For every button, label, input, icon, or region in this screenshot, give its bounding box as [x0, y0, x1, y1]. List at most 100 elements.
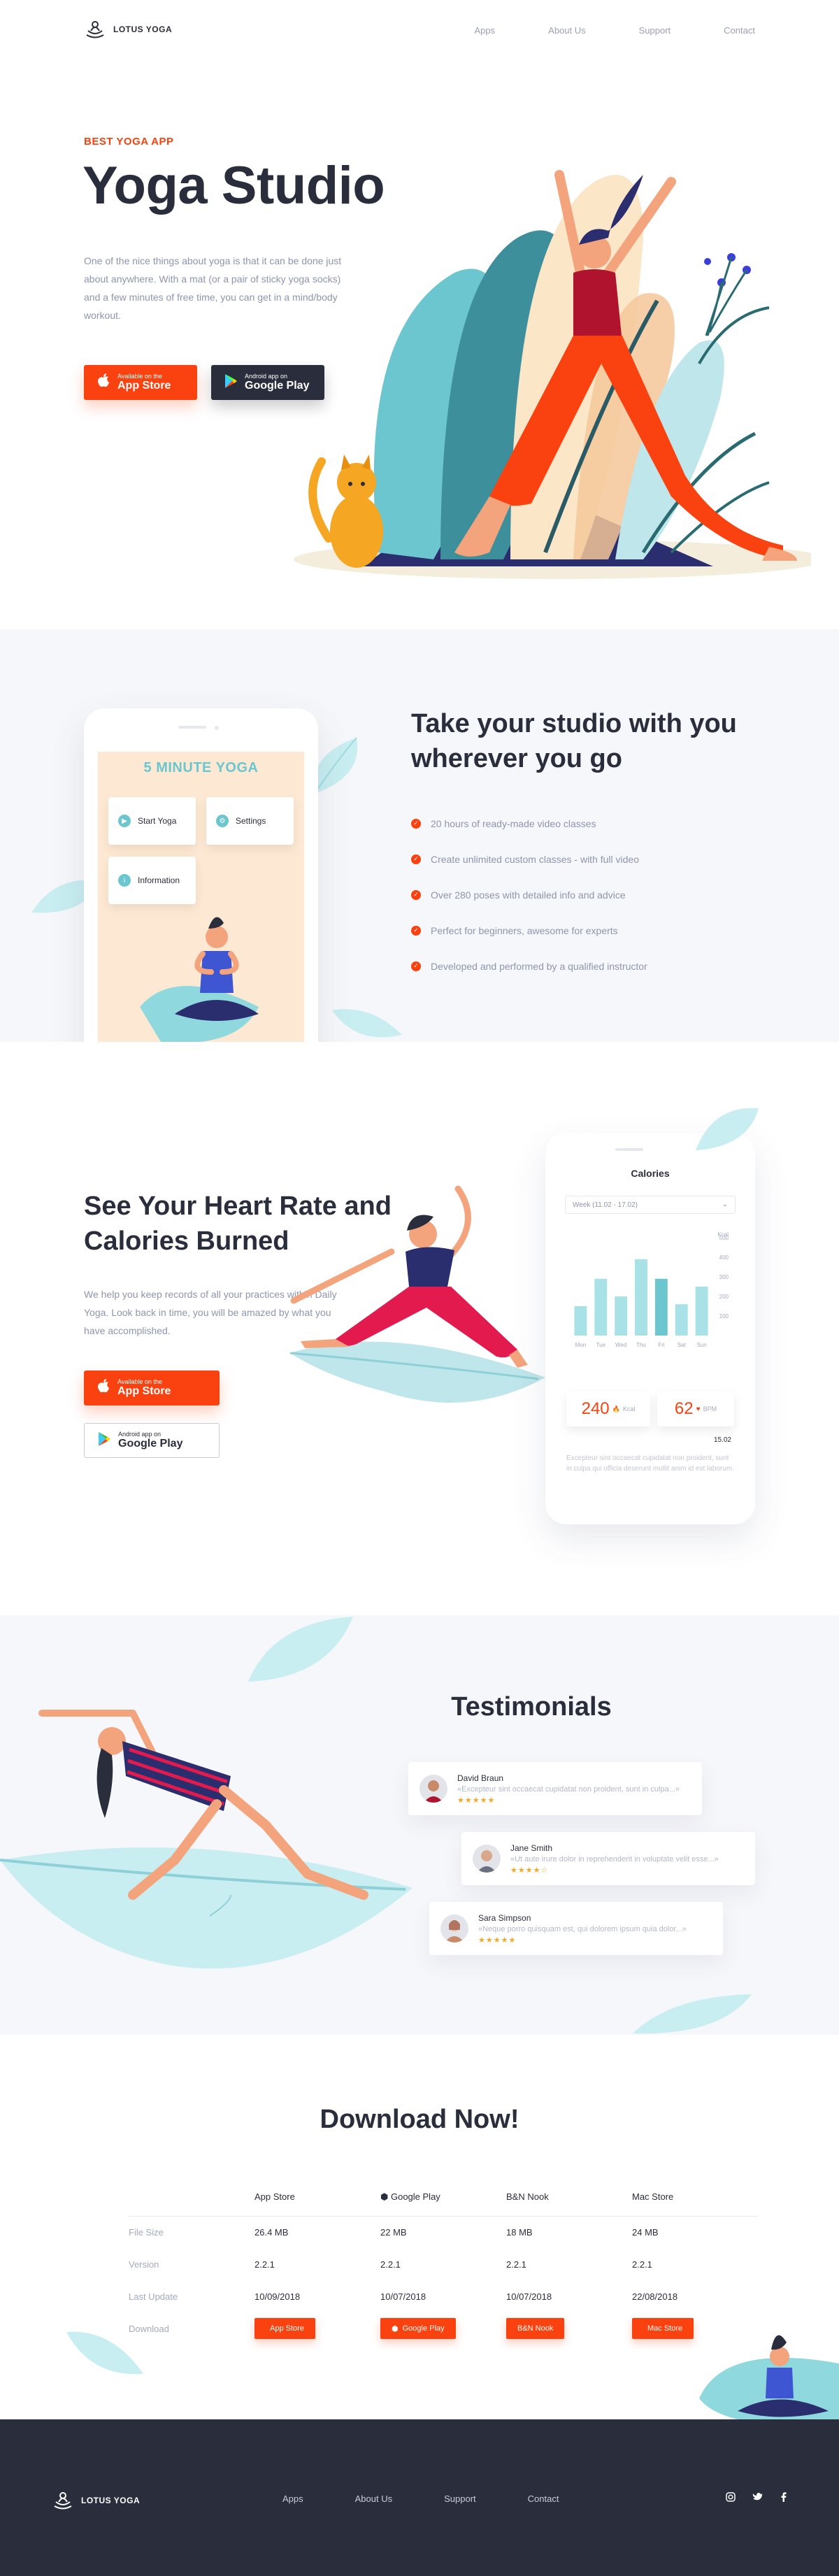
star-rating: ★★★★☆ [510, 1866, 549, 1875]
footer-nav-contact[interactable]: Contact [528, 2493, 559, 2504]
heart-google-play-button[interactable]: Android app on Google Play [84, 1423, 220, 1458]
footer-logo[interactable]: LOTUS YOGA [52, 2489, 140, 2512]
chart-y-tick-label: 200 [719, 1294, 729, 1300]
feature-text: Perfect for beginners, awesome for exper… [431, 924, 618, 936]
chart-bar [574, 1306, 587, 1336]
avatar [420, 1775, 447, 1803]
google-play-icon [224, 373, 238, 392]
footer-nav-apps[interactable]: Apps [282, 2493, 303, 2504]
row-label: Version [129, 2259, 159, 2270]
star-rating: ★★★★★ [457, 1796, 496, 1805]
nav-support[interactable]: Support [639, 25, 671, 36]
social-links [726, 2492, 787, 2504]
person-avatar-icon [477, 1850, 496, 1873]
app-store-small-text: Available on the [117, 1378, 162, 1385]
chart-x-tick-label: Mon [575, 1342, 587, 1348]
testimonial-card: Jane Smith «Ut aute irure dolor in repre… [461, 1832, 755, 1885]
chart-y-axis-label: Kcal [717, 1231, 729, 1238]
settings-card[interactable]: ⚙ Settings [206, 797, 294, 845]
leaf-decoration-icon [696, 1108, 759, 1150]
leaf-decoration-icon [633, 1994, 752, 2034]
table-row: Version 2.2.1 2.2.1 2.2.1 2.2.1 [129, 2248, 758, 2280]
features-section: 5 MINUTE YOGA ▶ Start Yoga ⚙ Settings i … [0, 629, 839, 1042]
table-cell: 10/07/2018 [506, 2291, 552, 2302]
chart-bar [594, 1278, 608, 1336]
person-avatar-icon [424, 1780, 443, 1803]
week-select[interactable]: Week (11.02 - 17.02) ⌄ [565, 1196, 736, 1214]
kcal-unit: Kcal [622, 1405, 636, 1412]
download-table: App Store ⬢ Google Play B&N Nook Mac Sto… [129, 2178, 758, 2345]
app-store-small-text: Available on the [117, 373, 162, 380]
download-app-store-button[interactable]: App Store [254, 2318, 315, 2339]
instagram-icon[interactable] [726, 2492, 736, 2504]
meditating-woman-illustration [699, 2335, 839, 2419]
heart-app-store-button[interactable]: Available on the App Store [84, 1371, 220, 1405]
footer-nav-support[interactable]: Support [444, 2493, 476, 2504]
feature-item: ✓ Over 280 poses with detailed info and a… [411, 877, 647, 913]
row-label: File Size [129, 2226, 164, 2238]
table-cell: 2.2.1 [254, 2259, 275, 2270]
testimonial-name: Jane Smith [510, 1842, 553, 1853]
google-play-big-text: Google Play [118, 1438, 183, 1450]
check-icon: ✓ [411, 925, 421, 936]
footer-nav-about-us[interactable]: About Us [355, 2493, 392, 2504]
leaf-decoration-icon [332, 1009, 402, 1038]
download-google-play-button[interactable]: ⬢ Google Play [380, 2318, 456, 2339]
download-mac-store-button[interactable]: Mac Store [632, 2318, 694, 2339]
bpm-unit: BPM [703, 1405, 717, 1412]
table-cell: 22/08/2018 [632, 2291, 678, 2302]
google-play-icon [97, 1431, 111, 1450]
table-cell: ⬢ Google Play [380, 2312, 506, 2345]
chart-bar [635, 1259, 647, 1336]
testimonial-quote: «Neque porro quisquam est, qui dolorem i… [478, 1924, 687, 1933]
download-title: Download Now! [320, 2105, 519, 2134]
hero-section: BEST YOGA APP Yoga Studio One of the nic… [0, 63, 839, 629]
row-label: Last Update [129, 2291, 178, 2302]
meditating-woman-illustration [140, 917, 259, 1042]
chart-y-tick-label: 300 [719, 1274, 729, 1280]
download-nook-button[interactable]: B&N Nook [506, 2318, 565, 2339]
logo-text: LOTUS YOGA [81, 2496, 141, 2505]
logo[interactable]: LOTUS YOGA [84, 18, 172, 41]
info-icon: i [118, 874, 131, 887]
check-icon: ✓ [411, 854, 421, 864]
android-icon: ⬢ [392, 2324, 399, 2333]
features-list: ✓ 20 hours of ready-made video classes ✓ C… [411, 806, 647, 984]
lotus-logo-icon [86, 21, 104, 38]
table-cell: 2.2.1 [632, 2259, 652, 2270]
chart-x-tick-label: Thu [636, 1342, 646, 1348]
check-icon: ✓ [411, 889, 421, 900]
kcal-stat-card: 240 🔥 Kcal [566, 1391, 650, 1426]
phone-speaker [615, 1148, 643, 1151]
stretching-woman-illustration [0, 1710, 413, 1969]
testimonial-name: David Braun [457, 1773, 504, 1783]
table-row: Last Update 10/09/2018 10/07/2018 10/07/… [129, 2280, 758, 2312]
chart-x-tick-label: Fri [658, 1342, 665, 1348]
leaf-decoration-icon [248, 1617, 353, 1682]
logo-text: LOTUS YOGA [113, 24, 173, 34]
heart-icon: ♥ [696, 1405, 701, 1413]
facebook-icon[interactable] [780, 2492, 787, 2504]
features-title: Take your studio with you wherever you g… [411, 709, 737, 773]
nav-contact[interactable]: Contact [724, 25, 755, 36]
column-header: ⬢ Google Play [380, 2178, 506, 2217]
flame-icon: 🔥 [612, 1405, 620, 1412]
start-yoga-card[interactable]: ▶ Start Yoga [108, 797, 196, 845]
feature-text: Over 280 poses with detailed info and ad… [431, 889, 626, 901]
nav-apps[interactable]: Apps [475, 25, 496, 36]
hero-app-store-button[interactable]: Available on the App Store [84, 365, 197, 400]
table-row: File Size 26.4 MB 22 MB 18 MB 24 MB [129, 2216, 758, 2248]
column-label: Mac Store [632, 2191, 674, 2203]
column-label: B&N Nook [506, 2191, 549, 2203]
chart-y-tick-label: 400 [719, 1254, 729, 1261]
app-store-big-text: App Store [117, 1385, 171, 1397]
twitter-icon[interactable] [752, 2492, 763, 2504]
table-cell: 10/07/2018 [380, 2291, 426, 2302]
nav-about-us[interactable]: About Us [548, 25, 585, 36]
information-card[interactable]: i Information [108, 857, 196, 904]
chart-bar [615, 1296, 628, 1336]
table-cell: 2.2.1 [506, 2259, 526, 2270]
column-header: Mac Store [632, 2178, 758, 2217]
feature-item: ✓ Perfect for beginners, awesome for expe… [411, 913, 647, 948]
feature-text: 20 hours of ready-made video classes [431, 817, 596, 829]
